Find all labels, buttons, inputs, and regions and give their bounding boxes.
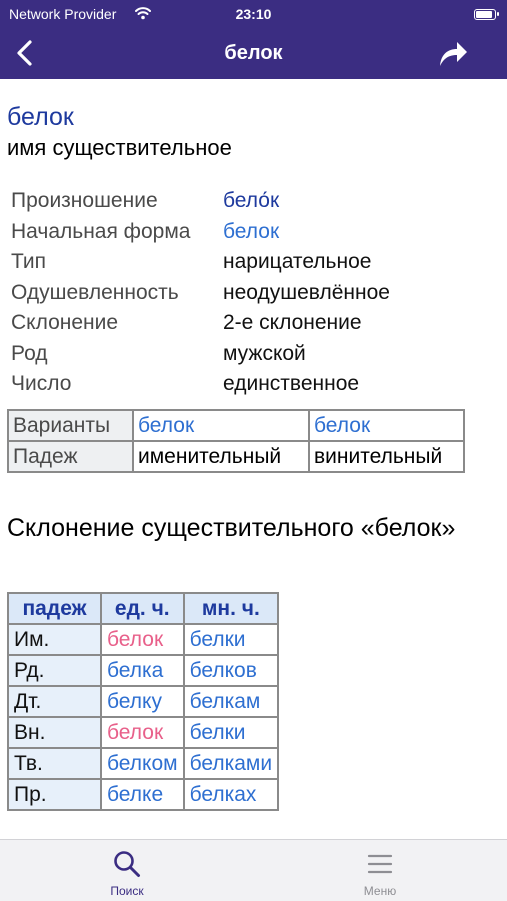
- variant-link[interactable]: белок: [132, 409, 310, 442]
- table-row: Тв. белком белками: [7, 747, 280, 780]
- header-case: падеж: [7, 592, 102, 625]
- singular-form[interactable]: белок: [100, 623, 185, 656]
- case-cell: Тв.: [7, 747, 102, 780]
- case-cell: Пр.: [7, 778, 102, 811]
- table-header: падеж ед. ч. мн. ч.: [7, 592, 280, 625]
- property-value: единственное: [223, 372, 360, 395]
- nav-bar: белок: [0, 28, 507, 79]
- variants-table: Варианты белок белок Падеж именительный …: [7, 409, 465, 473]
- part-of-speech: имя существительное: [7, 135, 232, 160]
- table-row: Рд. белка белков: [7, 654, 280, 687]
- case-cell: Дт.: [7, 685, 102, 718]
- property-type: Тип нарицательное: [11, 247, 390, 278]
- page-title: белок: [224, 42, 283, 64]
- singular-form[interactable]: белке: [100, 778, 185, 811]
- property-value: бело́к: [223, 189, 280, 212]
- tab-bar: Поиск Меню: [0, 839, 507, 901]
- property-declension: Склонение 2-е склонение: [11, 308, 390, 339]
- property-value: 2-е склонение: [223, 311, 362, 334]
- property-label: Число: [11, 372, 72, 395]
- plural-form[interactable]: белки: [182, 716, 280, 749]
- status-bar: Network Provider 23:10: [0, 0, 507, 28]
- property-label: Начальная форма: [11, 219, 191, 243]
- tab-menu[interactable]: Меню: [320, 840, 440, 901]
- table-row: Дт. белку белкам: [7, 685, 280, 718]
- variants-label: Варианты: [7, 409, 134, 442]
- declension-table: падеж ед. ч. мн. ч. Им. белок белки Рд. …: [7, 592, 280, 811]
- singular-form[interactable]: белком: [100, 747, 185, 780]
- table-row: Им. белок белки: [7, 623, 280, 656]
- case-value: винительный: [308, 440, 465, 473]
- header-plural: мн. ч.: [182, 592, 280, 625]
- content-area: белок имя существительное Произношение б…: [0, 79, 507, 839]
- property-label: Склонение: [11, 311, 119, 334]
- search-icon: [114, 851, 140, 877]
- variant-link[interactable]: белок: [308, 409, 465, 442]
- plural-form[interactable]: белках: [182, 778, 280, 811]
- battery-icon: [474, 9, 499, 20]
- property-value: неодушевлённое: [223, 280, 390, 304]
- clock: 23:10: [235, 6, 272, 22]
- tab-search[interactable]: Поиск: [67, 840, 187, 901]
- share-arrow-icon[interactable]: [436, 37, 470, 69]
- singular-form[interactable]: белка: [100, 654, 185, 687]
- plural-form[interactable]: белками: [182, 747, 280, 780]
- property-value: нарицательное: [223, 250, 372, 273]
- property-animacy: Одушевленность неодушевлённое: [11, 278, 390, 309]
- case-cell: Вн.: [7, 716, 102, 749]
- tab-label: Поиск: [110, 884, 144, 898]
- property-label: Род: [11, 341, 48, 365]
- case-cell: Рд.: [7, 654, 102, 687]
- case-cell: Им.: [7, 623, 102, 656]
- singular-form[interactable]: белку: [100, 685, 185, 718]
- property-number: Число единственное: [11, 369, 390, 400]
- declension-heading: Склонение существительного «белок»: [7, 514, 456, 542]
- initial-form-link[interactable]: белок: [223, 217, 279, 248]
- property-label: Произношение: [11, 189, 158, 212]
- headword: белок: [7, 103, 74, 131]
- plural-form[interactable]: белков: [182, 654, 280, 687]
- menu-icon: [367, 854, 393, 874]
- singular-form[interactable]: белок: [100, 716, 185, 749]
- plural-form[interactable]: белки: [182, 623, 280, 656]
- table-row: Вн. белок белки: [7, 716, 280, 749]
- case-row: Падеж именительный винительный: [7, 440, 465, 473]
- property-label: Одушевленность: [11, 280, 179, 304]
- property-label: Тип: [11, 250, 47, 273]
- case-value: именительный: [132, 440, 310, 473]
- tab-label: Меню: [363, 884, 397, 898]
- case-label: Падеж: [7, 440, 134, 473]
- property-value: мужской: [223, 341, 306, 365]
- plural-form[interactable]: белкам: [182, 685, 280, 718]
- table-row: Пр. белке белках: [7, 778, 280, 811]
- properties-list: Произношение бело́к Начальная форма бело…: [11, 186, 390, 400]
- property-pronunciation: Произношение бело́к: [11, 186, 390, 217]
- header-singular: ед. ч.: [100, 592, 185, 625]
- variants-row: Варианты белок белок: [7, 409, 465, 442]
- property-initial-form: Начальная форма белок: [11, 217, 390, 248]
- property-gender: Род мужской: [11, 339, 390, 370]
